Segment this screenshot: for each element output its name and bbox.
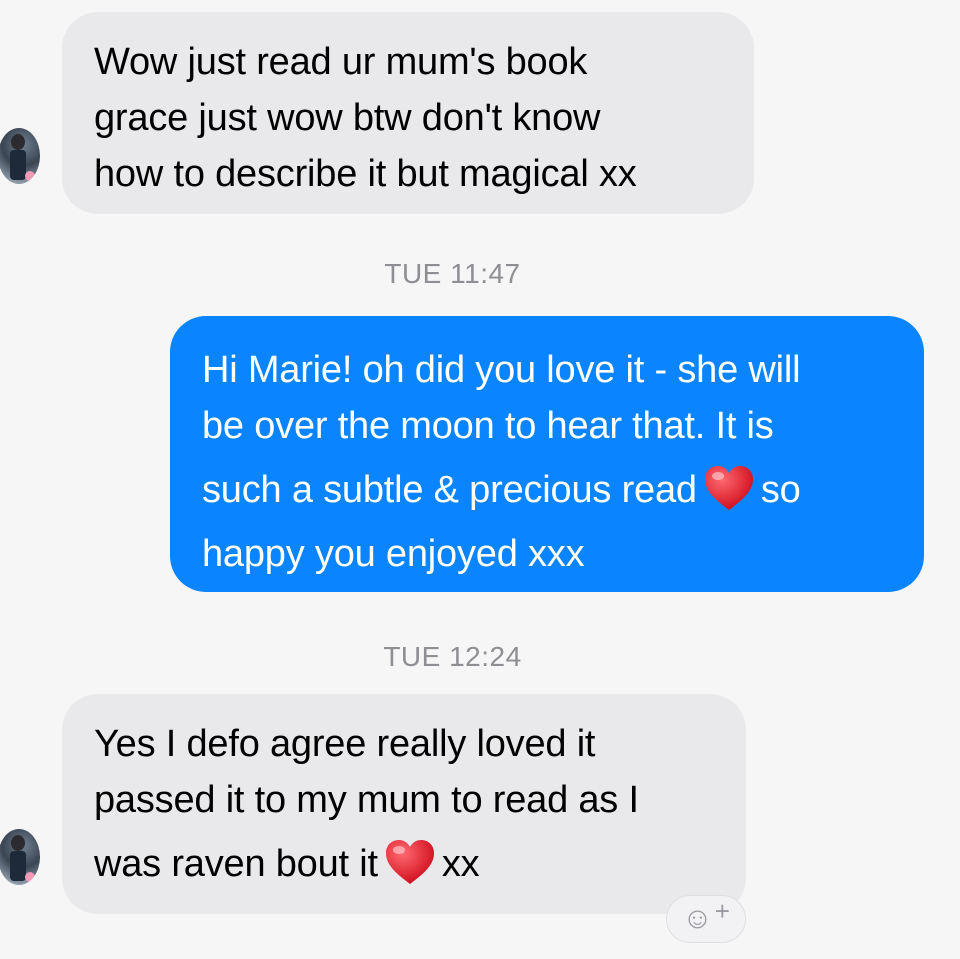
message-bubble-incoming[interactable]: Wow just read ur mum's book grace just w… — [62, 12, 754, 214]
message-text-line: happy you enjoyed xxx — [202, 533, 585, 575]
heart-emoji-icon — [703, 464, 755, 512]
message-text-line: Yes I defo agree really loved it — [94, 723, 596, 765]
smiley-icon: ☺ — [682, 902, 713, 935]
contact-avatar[interactable] — [0, 829, 40, 885]
message-text-segment: so — [760, 469, 801, 511]
message-bubble-incoming[interactable]: Yes I defo agree really loved it passed … — [62, 694, 746, 914]
message-text-line: Hi Marie! oh did you love it - she will — [202, 349, 801, 391]
message-text-segment: was raven bout it — [94, 843, 378, 885]
timestamp: TUE 11:47 — [384, 258, 521, 289]
message-text-line: such a subtle & precious read so — [202, 454, 894, 526]
plus-icon: + — [714, 895, 730, 926]
message-text-line: how to describe it but magical xx — [94, 153, 637, 195]
timestamp: TUE 12:24 — [383, 641, 522, 672]
contact-avatar[interactable] — [0, 128, 40, 184]
message-text-line: be over the moon to hear that. It is — [202, 405, 774, 447]
message-bubble-outgoing[interactable]: Hi Marie! oh did you love it - she will … — [170, 316, 924, 592]
heart-emoji-icon — [384, 838, 436, 886]
message-text-line: passed it to my mum to read as I — [94, 779, 639, 821]
message-text-segment: xx — [441, 843, 480, 885]
message-text-line: Wow just read ur mum's book — [94, 41, 588, 83]
message-text-segment: such a subtle & precious read — [202, 469, 697, 511]
message-text-line: was raven bout it xx — [94, 828, 716, 900]
add-reaction-button[interactable]: ☺ + — [666, 895, 746, 943]
message-text-line: grace just wow btw don't know — [94, 97, 601, 139]
